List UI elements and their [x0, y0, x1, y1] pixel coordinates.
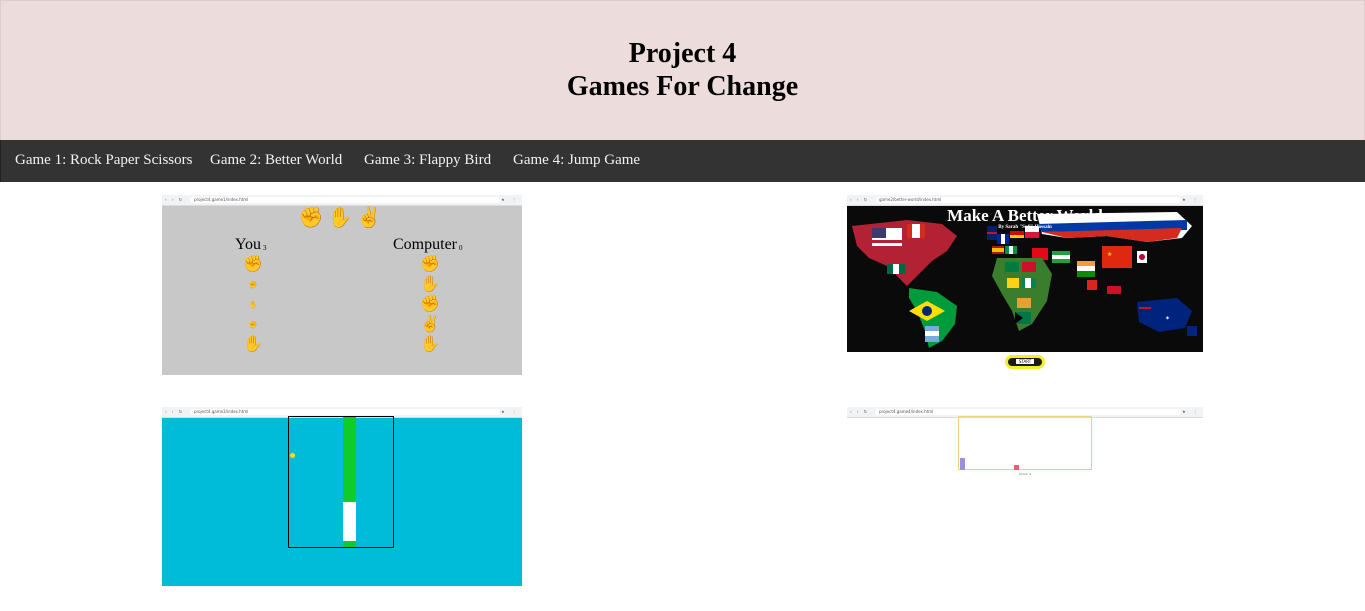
rps-choice-icons: ✊✋✌ [298, 207, 386, 229]
you-label: You 3 [235, 236, 266, 254]
computer-label-text: Computer [393, 236, 457, 253]
you-score: 3 [262, 244, 267, 252]
svg-text:✶: ✶ [1165, 315, 1170, 322]
game3-screenshot[interactable]: ‹ › ↻ project4.game3/index.html ★ ⋮ [162, 407, 522, 586]
computer-label: Computer 0 [393, 236, 463, 254]
url-bar: game2/better-world/index.html [875, 197, 1181, 203]
hand-icon: ✌ [420, 316, 440, 333]
hand-icon: ✋ [420, 336, 440, 353]
pipe-top [343, 417, 356, 502]
start-button[interactable]: START [1005, 355, 1045, 369]
computer-history: ✊ ✋ ✊ ✌ ✋ [419, 255, 441, 355]
hand-icon: ✊ [420, 256, 440, 273]
game4-screenshot[interactable]: ‹ › ↻ project4.game4/index.html ★ ⋮ Scor… [847, 407, 1203, 487]
browser-toolbar: ‹ › ↻ game2/better-world/index.html ★ ⋮ [847, 195, 1203, 206]
start-button-label: START [1015, 359, 1035, 364]
jump-score: Score: 4 [1018, 472, 1032, 476]
browser-menu-icon: ★ ⋮ [501, 197, 519, 202]
browser-nav-icons: ‹ › ↻ [165, 197, 185, 202]
page-subtitle: Games For Change [566, 71, 799, 102]
nav-game2-link[interactable]: Game 2: Better World [210, 140, 342, 182]
browser-menu-icon: ★ ⋮ [1182, 409, 1200, 414]
game2-screenshot[interactable]: ‹ › ↻ game2/better-world/index.html ★ ⋮ [847, 195, 1203, 375]
hand-icon: ✋ [243, 336, 263, 353]
browser-nav-icons: ‹ › ↻ [850, 409, 870, 414]
browser-nav-icons: ‹ › ↻ [165, 409, 185, 414]
computer-score: 0 [459, 244, 463, 252]
bird [290, 453, 295, 458]
hand-icon: ✊ [243, 256, 263, 273]
nav-game4-link[interactable]: Game 4: Jump Game [513, 140, 640, 182]
hand-icon: ✋ [420, 276, 440, 293]
hand-icon: ✊ [248, 281, 258, 289]
pipe-gap [343, 502, 356, 541]
page-header: Project 4 Games For Change [0, 0, 1365, 140]
jump-player [960, 458, 965, 470]
jump-obstacle [1014, 465, 1019, 470]
pipe-bottom [343, 541, 356, 547]
browser-nav-icons: ‹ › ↻ [850, 197, 870, 202]
game2-byline: By Sarah "Sufi" Hossain [998, 225, 1052, 230]
you-label-text: You [235, 236, 261, 253]
flappy-canvas [288, 416, 394, 548]
nav-game3-link[interactable]: Game 3: Flappy Bird [364, 140, 491, 182]
svg-text:★: ★ [1107, 251, 1112, 258]
hand-icon: ✊ [248, 321, 258, 329]
hand-icon: ✋ [248, 301, 258, 309]
hand-icon: ✊ [420, 296, 440, 313]
page-title: Project 4 [628, 38, 737, 69]
url-bar: project4.game1/index.html [190, 197, 500, 203]
you-history: ✊ ✊ ✋ ✊ ✋ [242, 255, 264, 355]
browser-menu-icon: ★ ⋮ [501, 409, 519, 414]
top-nav: Game 1: Rock Paper Scissors Game 2: Bett… [0, 140, 1365, 182]
browser-menu-icon: ★ ⋮ [1182, 197, 1200, 202]
url-bar: project4.game3/index.html [190, 409, 500, 415]
game1-screenshot[interactable]: ‹ › ↻ project4.game1/index.html ★ ⋮ ✊✋✌ … [162, 195, 522, 375]
jump-canvas [958, 416, 1092, 470]
nav-game1-link[interactable]: Game 1: Rock Paper Scissors [15, 140, 192, 182]
url-bar: project4.game4/index.html [875, 409, 1181, 415]
game2-title: Make A Better World [947, 206, 1103, 225]
